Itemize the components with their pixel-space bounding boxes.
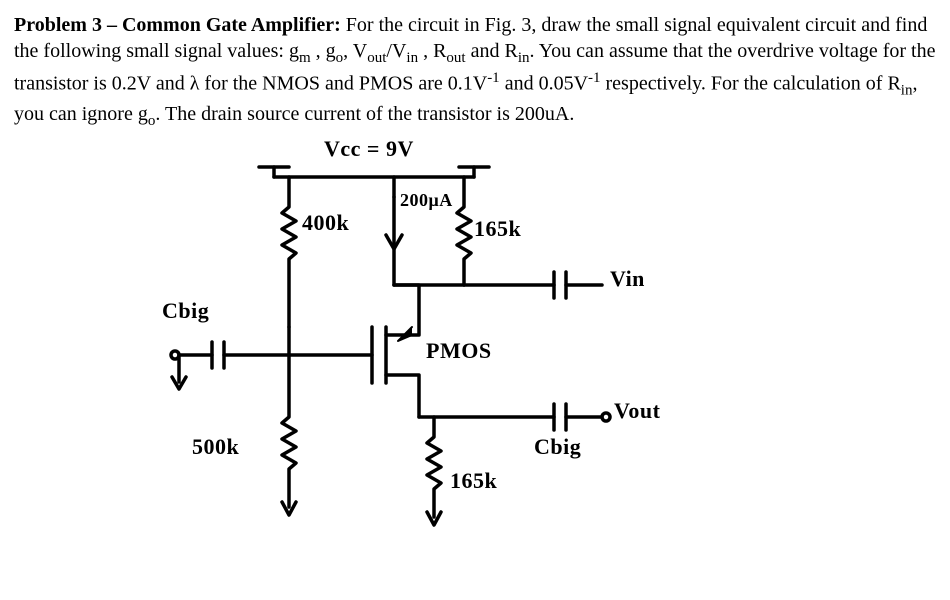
sup-neg1-2: -1 xyxy=(588,70,601,86)
pmos-label: PMOS xyxy=(426,337,492,366)
problem-body-9: respectively. For the calculation of R xyxy=(601,72,901,94)
sub-in-3: in xyxy=(901,82,913,98)
sub-out-2: out xyxy=(446,50,465,66)
r4-165k-label: 165k xyxy=(450,467,497,496)
vout-label: Vout xyxy=(614,397,660,426)
r2-165k-label: 165k xyxy=(474,215,521,244)
r3-500k-label: 500k xyxy=(192,433,239,462)
cbig-left-label: Cbig xyxy=(162,297,209,326)
sub-in-2: in xyxy=(518,50,530,66)
sub-out-1: out xyxy=(367,50,386,66)
r1-400k-label: 400k xyxy=(302,209,349,238)
current-200ua-label: 200μA xyxy=(400,189,453,212)
problem-body-2: , g xyxy=(311,40,336,62)
vin-label: Vin xyxy=(610,265,645,294)
problem-statement: Problem 3 – Common Gate Amplifier: For t… xyxy=(14,12,936,131)
cbig-right-label: Cbig xyxy=(534,433,581,462)
vcc-label: Vcc = 9V xyxy=(324,135,414,164)
problem-body-3: , V xyxy=(343,40,367,62)
problem-body-5: , R xyxy=(418,40,446,62)
problem-body-6: and R xyxy=(466,40,518,62)
problem-body-4: /V xyxy=(386,40,406,62)
sub-m-1: m xyxy=(299,50,311,66)
problem-body-11: . The drain source current of the transi… xyxy=(155,103,574,125)
problem-heading: Problem 3 – Common Gate Amplifier: xyxy=(14,14,341,36)
circuit-figure: Vcc = 9V 400k 200μA 165k Vin Cbig PMOS V… xyxy=(134,137,754,567)
problem-body-8: and 0.05V xyxy=(500,72,588,94)
sub-in-1: in xyxy=(406,50,418,66)
sup-neg1-1: -1 xyxy=(487,70,500,86)
